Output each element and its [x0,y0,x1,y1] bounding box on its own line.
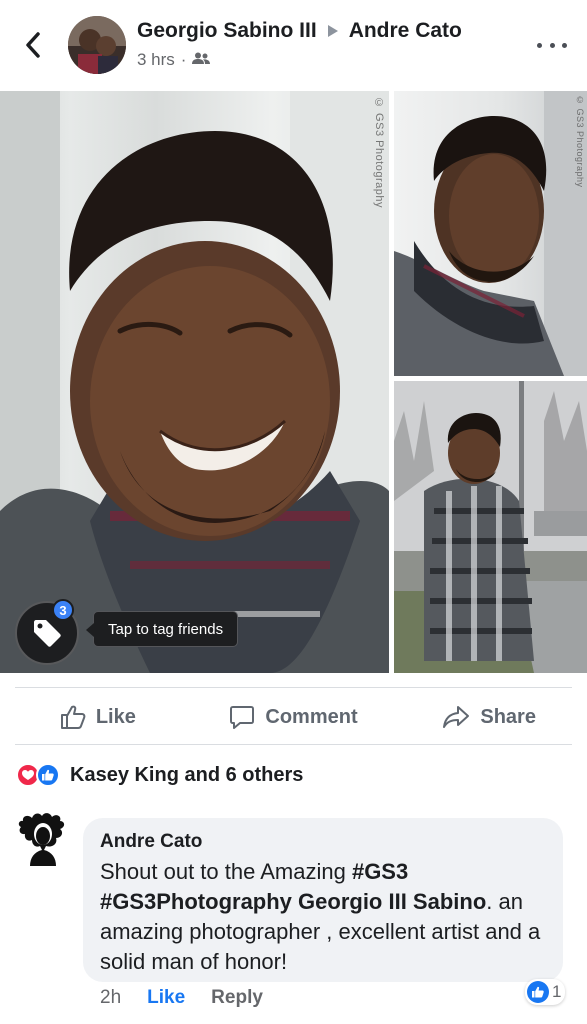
hashtag-gs3photography[interactable]: #GS3Photography [100,889,292,914]
comment-text: Shout out to the Amazing #GS3 #GS3Photog… [100,857,546,977]
photo-main[interactable]: © GS3 Photography [0,91,389,673]
friends-icon[interactable] [192,50,211,70]
more-dot [562,42,567,48]
author-name[interactable]: Georgio Sabino III [137,19,317,43]
post-title: Georgio Sabino III Andre Cato [137,19,462,43]
share-button[interactable]: Share [391,692,587,742]
photo-bottom-right[interactable] [394,381,587,673]
portrait-profile-image [394,91,587,376]
photo-watermark: © GS3 Photography [373,97,385,209]
more-dot [549,42,555,48]
comment-button[interactable]: Comment [196,692,392,742]
photo-watermark-small: © GS3 Photography [575,95,585,188]
comment-reply-button[interactable]: Reply [211,987,263,1009]
more-options-button[interactable] [537,38,567,52]
share-label: Share [480,705,536,728]
comment-icon [230,706,255,729]
like-reaction-icon [527,981,549,1003]
like-label: Like [95,705,136,728]
comment-bubble[interactable]: Andre Cato Shout out to the Amazing #GS3… [83,818,563,982]
divider-bottom [15,744,572,745]
recipient-name[interactable]: Andre Cato [349,19,462,43]
comment-text-start: Shout out to the Amazing [100,859,352,884]
comment-label: Comment [265,705,358,728]
post-header: Georgio Sabino III Andre Cato 3 hrs · [0,0,587,90]
post-meta: 3 hrs · [137,50,211,70]
share-icon [443,706,470,728]
post-time[interactable]: 3 hrs [137,50,175,70]
comment-like-button[interactable]: Like [147,987,185,1009]
comment-author[interactable]: Andre Cato [100,831,546,853]
photo-top-right[interactable]: © GS3 Photography [394,91,587,376]
meta-separator: · [180,50,187,69]
thumbs-up-icon [60,705,86,729]
author-avatar[interactable] [68,16,126,74]
comment-reaction-count[interactable]: 1 [525,979,566,1005]
avatar-photo [68,16,126,74]
reactions-text: Kasey King and 6 others [70,763,304,786]
tag-tooltip: Tap to tag friends [85,611,239,647]
more-horizontal-icon [537,42,542,48]
divider-top [15,687,572,688]
comment-reaction-number: 1 [552,982,562,1001]
tag-icon [34,620,61,647]
comment-meta: 2h Like Reply [100,987,263,1009]
chevron-left-icon [26,32,40,58]
reactions-summary[interactable]: Kasey King and 6 others [16,763,303,787]
portrait-smiling-image [0,91,389,673]
portrait-fullbody-image [394,381,587,673]
back-button[interactable] [18,28,48,62]
silhouette-avatar-image [18,813,65,866]
reaction-icons [16,763,64,787]
post-actions: Like Comment Share [0,692,587,742]
tag-count-badge: 3 [52,599,74,621]
comment-time[interactable]: 2h [100,987,121,1009]
like-reaction-icon [36,763,60,787]
mention-georgio[interactable]: Georgio III Sabino [292,889,486,914]
like-button[interactable]: Like [0,692,196,742]
play-right-icon [327,24,339,38]
commenter-avatar[interactable] [14,812,72,874]
hashtag-gs3[interactable]: #GS3 [352,859,408,884]
